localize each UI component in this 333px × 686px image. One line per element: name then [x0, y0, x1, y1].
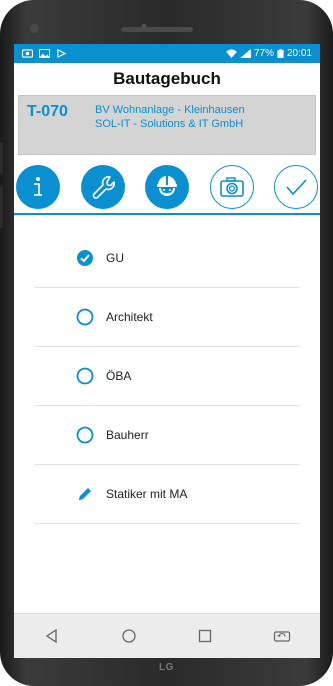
home-button[interactable] — [115, 622, 143, 650]
dual-window-icon — [273, 631, 290, 642]
list-item[interactable]: GU — [34, 229, 300, 288]
tab-photos[interactable] — [209, 165, 254, 209]
back-button[interactable] — [38, 622, 66, 650]
home-circle-icon — [122, 629, 136, 643]
project-code: T-070 — [27, 103, 68, 120]
wifi-icon — [226, 49, 237, 58]
image-notification-icon — [39, 49, 50, 58]
participant-list: GU Architekt ÖBA Bauherr Statiker mit MA — [14, 229, 320, 524]
checkmark-icon — [286, 179, 307, 196]
screen: 77% 20:01 Bautagebuch T-070 BV Wohnanlag… — [14, 44, 320, 658]
volume-down-button — [0, 186, 3, 228]
radio-empty-icon — [76, 367, 94, 385]
recents-square-icon — [199, 629, 212, 643]
list-item[interactable]: Statiker mit MA — [34, 465, 300, 524]
tab-done[interactable] — [274, 165, 318, 209]
tab-tools[interactable] — [80, 165, 125, 209]
battery-percent: 77% — [253, 48, 274, 59]
project-card: T-070 BV Wohnanlage - Kleinhausen SOL-IT… — [18, 95, 316, 155]
list-item[interactable]: ÖBA — [34, 347, 300, 406]
project-name: BV Wohnanlage - Kleinhausen — [95, 104, 245, 116]
earpiece-speaker — [121, 27, 193, 32]
tab-info[interactable] — [16, 165, 60, 209]
radio-empty-icon — [76, 308, 94, 326]
clock: 20:01 — [286, 48, 312, 59]
pencil-icon — [76, 485, 94, 503]
android-nav-bar — [14, 613, 320, 658]
list-item-label: Bauherr — [106, 428, 149, 442]
list-item-label: GU — [106, 251, 124, 265]
tab-bar — [14, 161, 320, 215]
status-bar: 77% 20:01 — [14, 44, 320, 63]
tab-personnel[interactable] — [145, 165, 189, 209]
app-notification-icon — [22, 49, 33, 58]
front-camera — [30, 24, 39, 33]
recents-button[interactable] — [191, 622, 219, 650]
list-item-label: ÖBA — [106, 369, 132, 383]
info-icon — [34, 177, 42, 196]
list-item-label: Architekt — [106, 310, 153, 324]
list-item[interactable]: Architekt — [34, 288, 300, 347]
project-company: SOL-IT - Solutions & IT GmbH — [95, 118, 244, 130]
battery-icon — [277, 49, 284, 58]
camera-icon — [219, 177, 244, 197]
list-item-label: Statiker mit MA — [106, 487, 188, 501]
radio-empty-icon — [76, 426, 94, 444]
signal-icon — [240, 49, 251, 58]
wrench-icon — [92, 176, 115, 199]
phone-frame: 77% 20:01 Bautagebuch T-070 BV Wohnanlag… — [0, 0, 333, 686]
dual-window-button[interactable] — [268, 622, 296, 650]
device-brand-logo: LG — [159, 662, 174, 673]
list-item[interactable]: Bauherr — [34, 406, 300, 465]
volume-up-button — [0, 142, 3, 174]
back-triangle-icon — [46, 628, 57, 644]
play-store-icon — [57, 49, 67, 58]
worker-helmet-icon — [157, 176, 177, 196]
checked-circle-icon — [76, 249, 94, 267]
page-title: Bautagebuch — [113, 69, 221, 88]
